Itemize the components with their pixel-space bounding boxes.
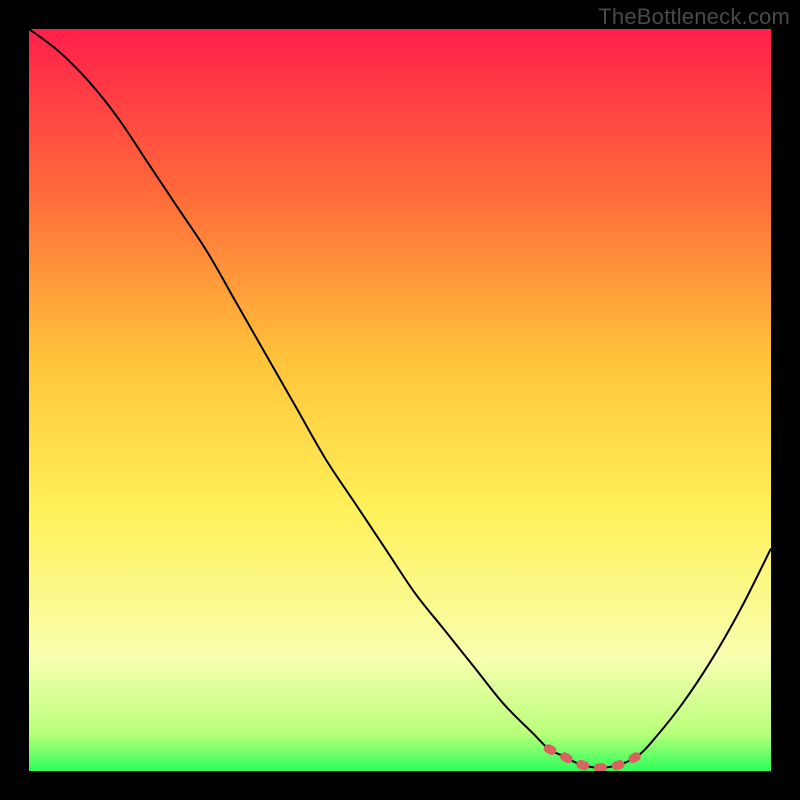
plot-area <box>29 29 771 771</box>
chart-frame: TheBottleneck.com <box>0 0 800 800</box>
marker-path <box>548 749 637 768</box>
watermark-text: TheBottleneck.com <box>598 4 790 30</box>
optimal-range-marker <box>29 29 771 771</box>
